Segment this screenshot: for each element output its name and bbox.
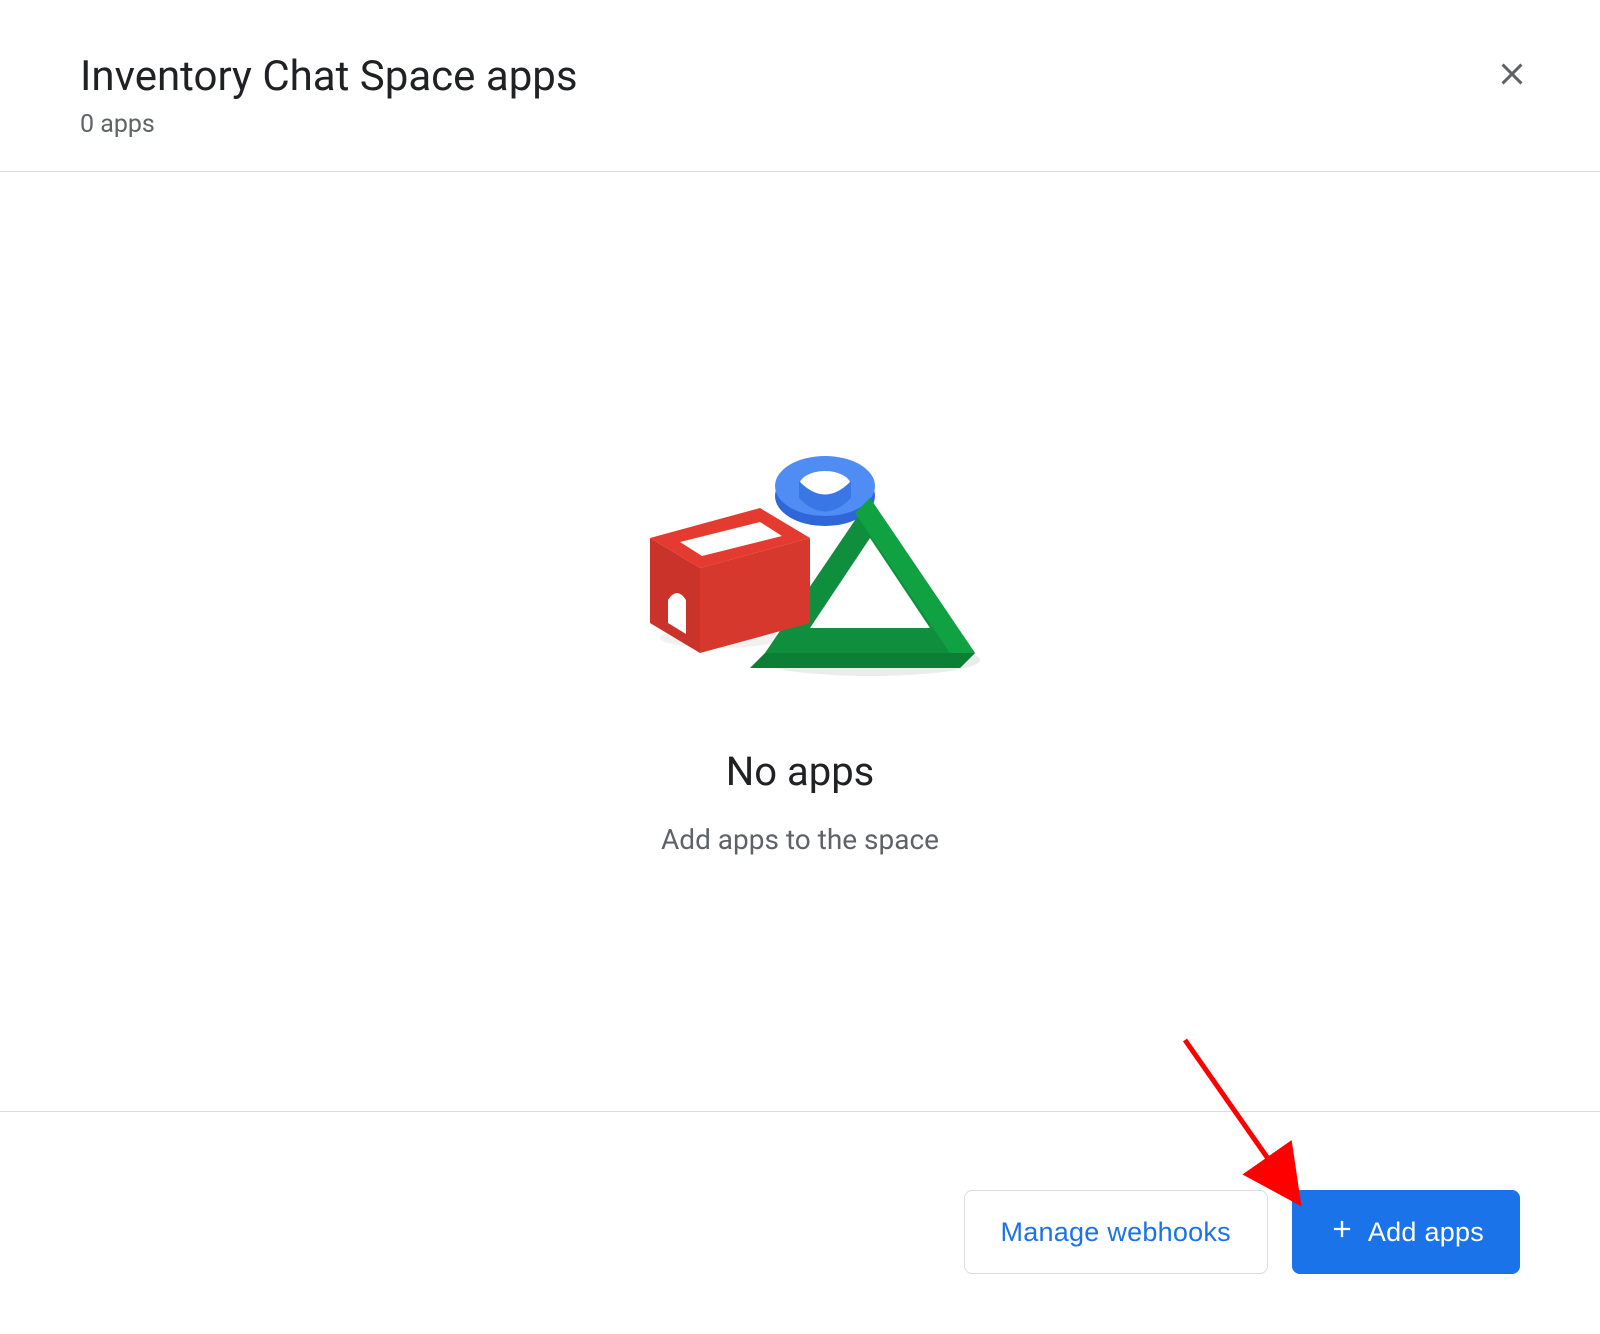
dialog-title: Inventory Chat Space apps (80, 52, 1520, 102)
close-icon (1494, 56, 1530, 96)
add-apps-button[interactable]: Add apps (1292, 1190, 1520, 1274)
add-apps-label: Add apps (1368, 1217, 1484, 1248)
empty-subtitle: Add apps to the space (661, 823, 939, 856)
dialog-footer: Manage webhooks Add apps (0, 1112, 1600, 1334)
empty-title: No apps (726, 748, 875, 795)
empty-state: No apps Add apps to the space (0, 172, 1600, 1111)
empty-state-illustration (610, 428, 990, 688)
manage-webhooks-button[interactable]: Manage webhooks (964, 1190, 1268, 1274)
apps-count: 0 apps (80, 110, 1520, 139)
manage-webhooks-label: Manage webhooks (1001, 1217, 1231, 1248)
dialog-header: Inventory Chat Space apps 0 apps (0, 0, 1600, 171)
apps-dialog: Inventory Chat Space apps 0 apps (0, 0, 1600, 1334)
close-button[interactable] (1484, 48, 1540, 104)
plus-icon (1328, 1215, 1356, 1250)
